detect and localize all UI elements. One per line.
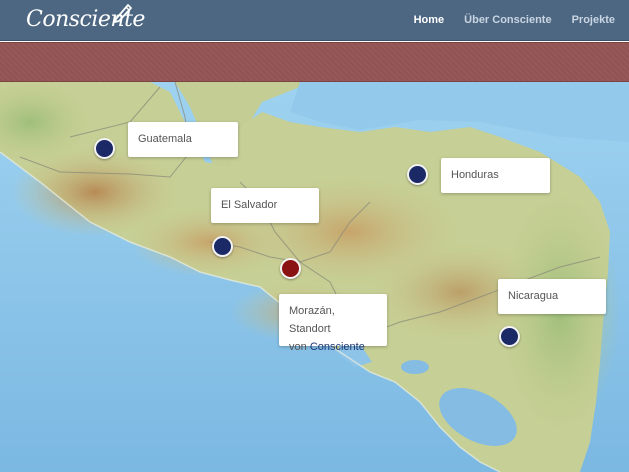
main-nav: Home Über Consciente Projekte [414, 0, 615, 40]
marker-honduras[interactable] [407, 164, 428, 185]
top-navbar: Consciente Home Über Consciente Projekte [0, 0, 629, 41]
central-america-map[interactable]: Guatemala El Salvador Morazán, Standort … [0, 82, 629, 472]
pencil-icon [114, 4, 132, 23]
nav-link-home[interactable]: Home [414, 14, 445, 26]
header-banner [0, 42, 629, 82]
marker-nicaragua[interactable] [499, 326, 520, 347]
label-el-salvador[interactable]: El Salvador [211, 188, 319, 223]
consciente-link[interactable]: Consciente [310, 341, 365, 353]
label-nicaragua[interactable]: Nicaragua [498, 279, 606, 314]
nav-link-ueber-consciente[interactable]: Über Consciente [464, 14, 551, 26]
map-terrain [0, 82, 629, 472]
nav-link-projekte[interactable]: Projekte [572, 14, 615, 26]
label-guatemala[interactable]: Guatemala [128, 122, 238, 157]
label-morazan[interactable]: Morazán, Standort von Consciente [279, 294, 387, 353]
marker-morazan[interactable] [280, 258, 301, 279]
label-honduras[interactable]: Honduras [441, 158, 550, 193]
marker-el-salvador[interactable] [212, 236, 233, 257]
consciente-logo[interactable]: Consciente [22, 1, 145, 41]
marker-guatemala[interactable] [94, 138, 115, 159]
